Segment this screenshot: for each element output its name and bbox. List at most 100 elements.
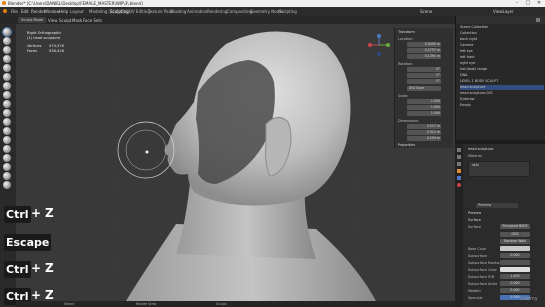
outliner-item[interactable]: Collection bbox=[460, 31, 544, 36]
outliner-item[interactable]: DNA bbox=[460, 73, 544, 78]
minimize-button[interactable]: – bbox=[512, 0, 522, 7]
outliner-item[interactable]: back right bbox=[460, 37, 544, 42]
collection-name: (1) head sculpture bbox=[27, 36, 61, 40]
clay-thumb-brush-icon[interactable] bbox=[3, 64, 11, 72]
rotation-mode-select[interactable]: XYZ Euler bbox=[407, 86, 441, 91]
tab-uv-editing[interactable]: UV Editing bbox=[129, 9, 150, 14]
rotation-z-field[interactable]: 0° bbox=[407, 79, 441, 84]
tool-tab-icon[interactable] bbox=[457, 148, 461, 152]
draw-sharp-brush-icon[interactable] bbox=[3, 37, 11, 45]
view-layer-selector[interactable]: ViewLayer bbox=[493, 9, 514, 14]
dimension-y-field[interactable]: 0.312 m bbox=[407, 130, 441, 135]
menu-view[interactable]: View bbox=[48, 18, 58, 23]
outliner-item[interactable]: head sculpture.001 bbox=[460, 91, 544, 96]
tab-animation[interactable]: Animation bbox=[187, 9, 207, 14]
location-z-field[interactable]: 0.1391 m bbox=[407, 54, 441, 59]
mask-brush-icon[interactable] bbox=[3, 172, 11, 180]
blob-brush-icon[interactable] bbox=[3, 91, 11, 99]
transform-section-header[interactable]: Transform bbox=[398, 30, 415, 34]
outliner-item[interactable]: Camera bbox=[460, 43, 544, 48]
3d-viewport[interactable] bbox=[16, 24, 455, 301]
dimension-z-field[interactable]: 0.294 m bbox=[407, 136, 441, 141]
close-button[interactable]: ✕ bbox=[534, 0, 544, 7]
tab-scripting[interactable]: Scripting bbox=[279, 9, 297, 14]
location-y-field[interactable]: 0.2757 m bbox=[407, 48, 441, 53]
draw-face-sets-icon[interactable] bbox=[3, 181, 11, 189]
crease-brush-icon[interactable] bbox=[3, 100, 11, 108]
grab-brush-icon[interactable] bbox=[3, 154, 11, 162]
fill-brush-icon[interactable] bbox=[3, 127, 11, 135]
properties-section-header[interactable]: Properties bbox=[398, 143, 415, 147]
outliner-root[interactable]: Scene Collection bbox=[460, 25, 544, 30]
metallic-field[interactable]: 0.000 bbox=[500, 288, 530, 293]
menu-sculpt[interactable]: Sculpt bbox=[59, 18, 72, 23]
tab-compositing[interactable]: Compositing bbox=[227, 9, 252, 14]
subsurface-radius-field[interactable] bbox=[500, 260, 530, 265]
menu-file[interactable]: File bbox=[11, 9, 18, 14]
output-tab-icon[interactable] bbox=[457, 162, 461, 166]
draw-brush-icon[interactable] bbox=[3, 28, 11, 36]
blender-menu-icon[interactable] bbox=[3, 9, 7, 13]
outliner-item[interactable]: left eye bbox=[460, 49, 544, 54]
menu-face-sets[interactable]: Face Sets bbox=[83, 18, 102, 23]
outliner-item[interactable]: right eye bbox=[460, 61, 544, 66]
scale-x-field[interactable]: 1.000 bbox=[407, 99, 441, 104]
scene-selector[interactable]: Scene bbox=[420, 9, 432, 14]
tab-layout[interactable]: Layout bbox=[70, 9, 84, 14]
dimension-x-field[interactable]: 0.217 m bbox=[407, 124, 441, 129]
tab-rendering[interactable]: Rendering bbox=[207, 9, 227, 14]
filter-icon[interactable] bbox=[536, 18, 540, 22]
pinch-brush-icon[interactable] bbox=[3, 145, 11, 153]
render-tab-icon[interactable] bbox=[457, 155, 461, 159]
rotation-y-field[interactable]: 0° bbox=[407, 73, 441, 78]
flatten-brush-icon[interactable] bbox=[3, 118, 11, 126]
scale-y-field[interactable]: 1.000 bbox=[407, 105, 441, 110]
material-slot-item[interactable]: skin bbox=[472, 163, 479, 167]
outliner-item[interactable]: LEVEL 1 BODY SCULPT bbox=[460, 79, 544, 84]
inflate-brush-icon[interactable] bbox=[3, 82, 11, 90]
material-tab-icon[interactable] bbox=[457, 183, 461, 187]
layer-brush-icon[interactable] bbox=[3, 73, 11, 81]
sculpt-head-render[interactable] bbox=[16, 24, 455, 301]
menu-help[interactable]: Help bbox=[59, 9, 68, 14]
material-name-field[interactable]: Preview bbox=[476, 203, 518, 208]
scrape-brush-icon[interactable] bbox=[3, 136, 11, 144]
menu-window[interactable]: Window bbox=[44, 9, 60, 14]
rotation-x-field[interactable]: 0° bbox=[407, 67, 441, 72]
clay-brush-icon[interactable] bbox=[3, 46, 11, 54]
menu-edit[interactable]: Edit bbox=[21, 9, 29, 14]
prop-label: Subsurface IOR bbox=[468, 275, 495, 279]
clay-strips-brush-icon[interactable] bbox=[3, 55, 11, 63]
subsurface-aniso-field[interactable]: 0.000 bbox=[500, 281, 530, 286]
menu-mask[interactable]: Mask bbox=[72, 18, 82, 23]
maximize-button[interactable]: □ bbox=[523, 0, 533, 7]
base-color-swatch[interactable] bbox=[500, 246, 530, 251]
subsurface-ior-field[interactable]: 1.400 bbox=[500, 274, 530, 279]
location-x-field[interactable]: 0.0000 m bbox=[407, 42, 441, 47]
outliner-item[interactable]: hair/body range bbox=[460, 67, 544, 72]
preview-section-header[interactable]: Preview bbox=[468, 211, 481, 215]
outliner-item[interactable]: Eyebrow bbox=[460, 97, 544, 102]
subsurface-field[interactable]: 0.000 bbox=[500, 253, 530, 258]
tab-shading[interactable]: Shading bbox=[170, 9, 186, 14]
tab-sculpting[interactable]: Sculpting bbox=[108, 9, 131, 14]
object-tab-icon[interactable] bbox=[457, 169, 461, 173]
tab-modeling[interactable]: Modeling bbox=[89, 9, 107, 14]
subsurface-method-select[interactable]: Random Walk bbox=[500, 239, 530, 244]
outliner-item[interactable]: Empty bbox=[460, 103, 544, 108]
material-slot-label: Material bbox=[468, 154, 482, 158]
scale-z-field[interactable]: 1.000 bbox=[407, 111, 441, 116]
subsurface-color-swatch[interactable] bbox=[500, 267, 530, 272]
surface-shader-select[interactable]: Principled BSDF bbox=[500, 224, 530, 229]
modifier-tab-icon[interactable] bbox=[457, 176, 461, 180]
smooth-brush-icon[interactable] bbox=[3, 109, 11, 117]
navigation-gizmo[interactable] bbox=[368, 34, 390, 56]
distribution-select[interactable]: GGX bbox=[500, 232, 530, 237]
collection-root-label: Scene Collection bbox=[460, 25, 489, 29]
outliner-item[interactable]: left front bbox=[460, 55, 544, 60]
outliner-item-label: Collection bbox=[460, 31, 477, 35]
mode-selector[interactable]: Sculpt Mode bbox=[18, 17, 47, 23]
outliner-item-selected[interactable]: head sculpture bbox=[460, 85, 544, 90]
snake-hook-brush-icon[interactable] bbox=[3, 163, 11, 171]
surface-section-header[interactable]: Surface bbox=[468, 218, 481, 222]
